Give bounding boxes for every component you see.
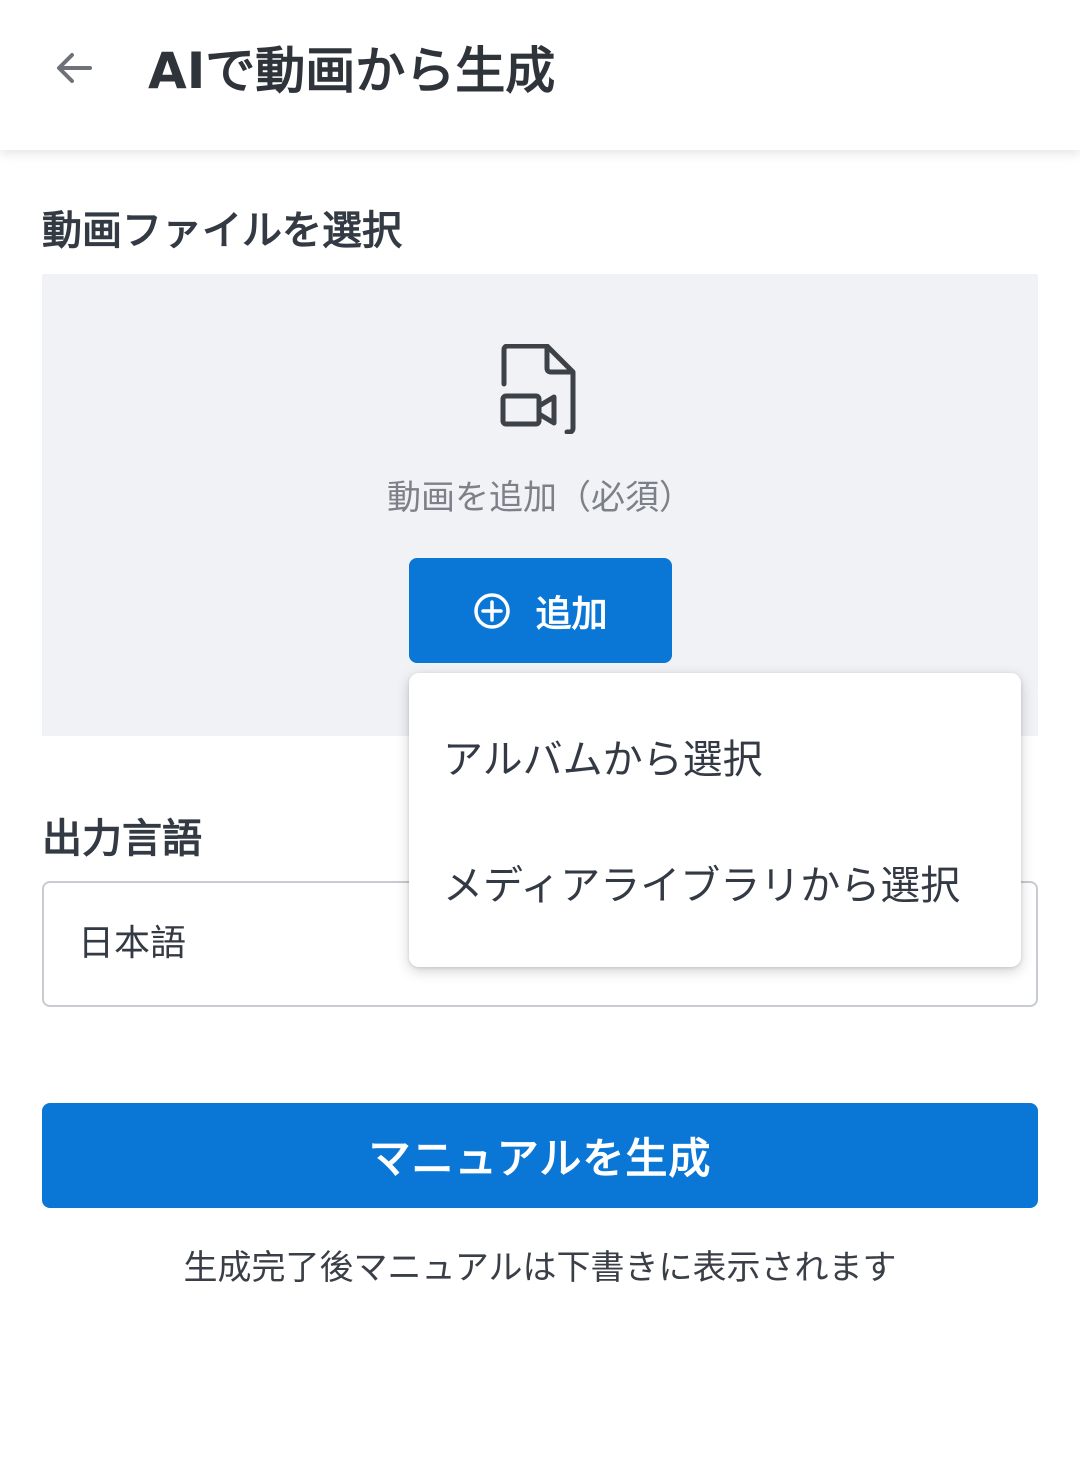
- upload-hint: 動画を追加（必須）: [387, 478, 693, 518]
- language-selected-value: 日本語: [78, 923, 187, 964]
- page-title: AIで動画から生成: [148, 42, 556, 100]
- video-file-icon: [500, 344, 576, 434]
- generation-note: 生成完了後マニュアルは下書きに表示されます: [183, 1248, 897, 1288]
- generate-manual-button[interactable]: マニュアルを生成: [42, 1103, 1038, 1208]
- add-button-label: 追加: [535, 593, 608, 635]
- back-button[interactable]: [42, 36, 106, 100]
- app-bar: AIで動画から生成: [0, 0, 1080, 150]
- video-upload-area: 動画を追加（必須） 追加: [42, 274, 1038, 736]
- menu-item-album[interactable]: アルバムから選択: [409, 700, 1021, 820]
- arrow-left-icon: [57, 53, 92, 83]
- plus-circle-icon: [474, 592, 511, 629]
- menu-item-media-library[interactable]: メディアライブラリから選択: [409, 826, 1021, 946]
- video-section-label: 動画ファイルを選択: [42, 208, 402, 254]
- add-source-menu: アルバムから選択 メディアライブラリから選択: [409, 673, 1021, 967]
- generate-button-label: マニュアルを生成: [368, 1134, 712, 1183]
- add-video-button[interactable]: 追加: [409, 558, 672, 663]
- language-section-label: 出力言語: [42, 816, 202, 862]
- screen: AIで動画から生成 動画ファイルを選択 動画を追加（必須） 追加 出力言語 日本…: [0, 0, 1080, 1466]
